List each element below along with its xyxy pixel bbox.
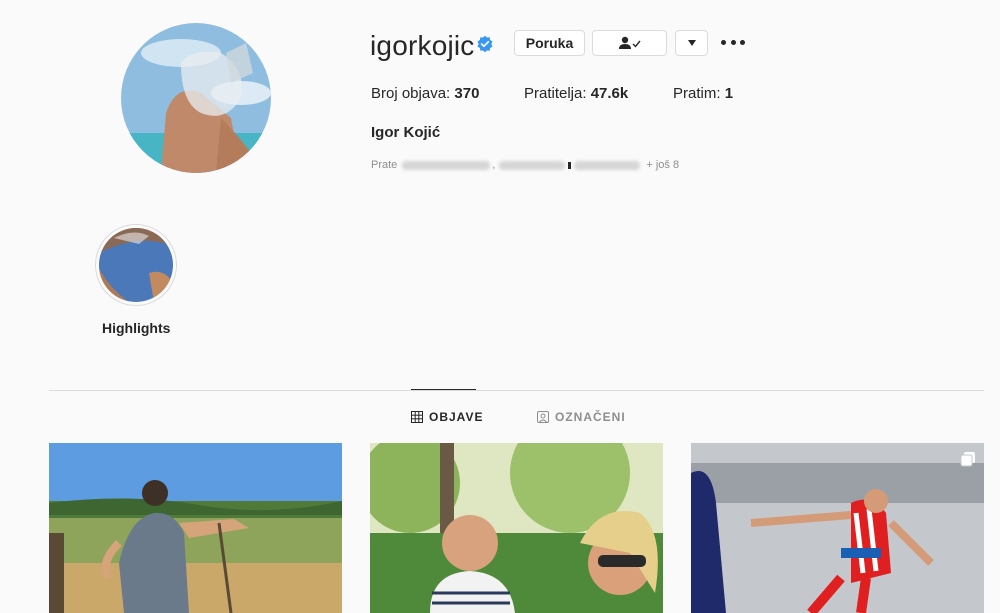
following-count[interactable]: Pratim: 1 (673, 85, 733, 102)
message-button[interactable]: Poruka (514, 30, 585, 56)
tabs-divider (49, 390, 984, 391)
tab-tagged[interactable]: OZNAČENI (537, 410, 626, 424)
person-check-icon (618, 36, 641, 49)
posts-value: 370 (454, 85, 480, 102)
avatar-image (121, 23, 271, 173)
profile-full-name: Igor Kojić (371, 124, 441, 141)
followers-value: 47.6k (590, 85, 629, 102)
blurred-username (402, 160, 491, 170)
followed-by-more: + još 8 (646, 159, 680, 171)
profile-avatar[interactable] (121, 23, 271, 173)
highlight-cover-image (99, 228, 173, 302)
caret-down-icon (687, 40, 696, 46)
blurred-username (499, 160, 566, 170)
active-tab-indicator (411, 389, 476, 390)
following-label: Pratim: (673, 85, 721, 102)
followed-by[interactable]: Prate , + još 8 (371, 159, 679, 171)
followers-count[interactable]: Pratitelja: 47.6k (524, 85, 628, 102)
followers-label: Pratitelja: (524, 85, 587, 102)
grid-icon (411, 411, 423, 423)
following-value: 1 (724, 85, 734, 102)
blurred-username (574, 160, 641, 170)
posts-label: Broj objava: (371, 85, 451, 102)
tab-posts-label: OBJAVE (429, 410, 484, 424)
post-image (691, 443, 984, 613)
highlight-item[interactable] (95, 224, 177, 306)
more-dots-icon (721, 39, 726, 45)
verified-badge-icon (477, 35, 493, 53)
post-thumbnail[interactable] (49, 443, 342, 613)
tagged-icon (537, 411, 549, 423)
tab-posts[interactable]: OBJAVE (411, 410, 483, 424)
following-button[interactable] (592, 30, 667, 56)
more-options-button[interactable] (721, 34, 745, 50)
post-image (49, 443, 342, 613)
followed-by-prefix: Prate (371, 159, 398, 171)
highlight-label: Highlights (102, 320, 171, 336)
carousel-icon (960, 452, 975, 467)
posts-count: Broj objava: 370 (371, 85, 479, 102)
post-thumbnail[interactable] (370, 443, 663, 613)
tab-tagged-label: OZNAČENI (555, 410, 626, 424)
post-image (370, 443, 663, 613)
post-thumbnail[interactable] (691, 443, 984, 613)
suggestions-dropdown-button[interactable] (675, 30, 708, 56)
followed-by-separator: , (492, 159, 496, 171)
profile-username: igorkojic (370, 30, 475, 61)
